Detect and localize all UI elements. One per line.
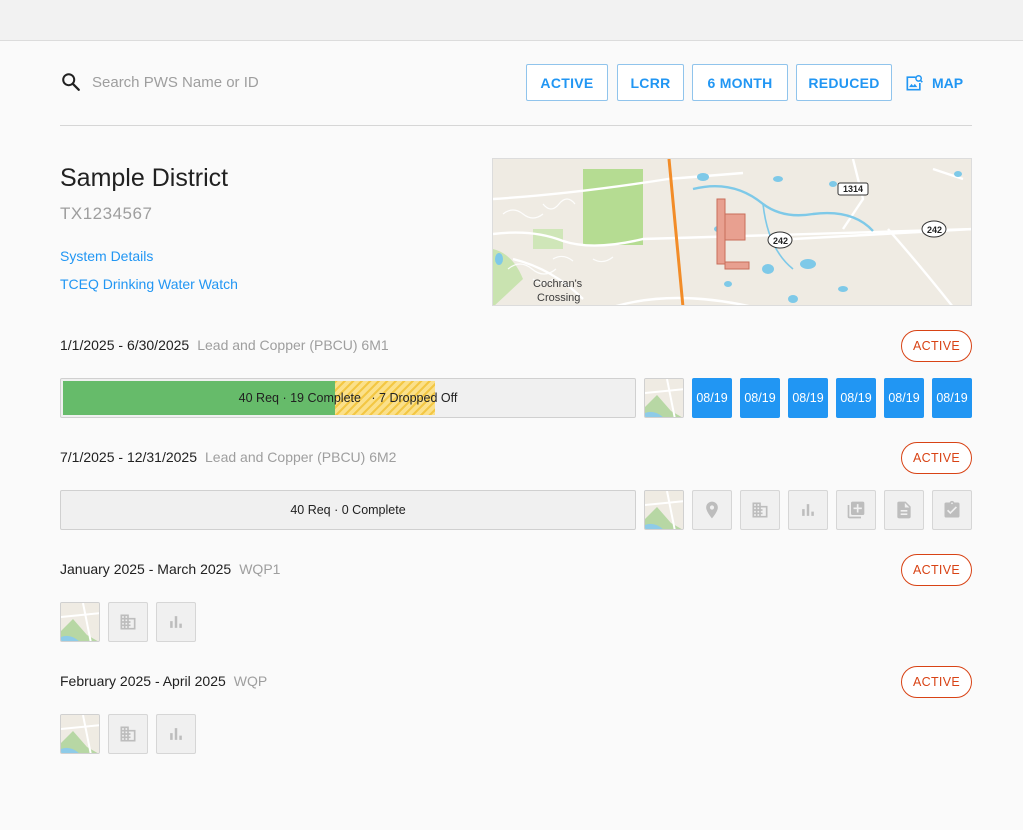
map-thumbnail-icon — [61, 715, 99, 753]
map-place-label-2: Crossing — [537, 292, 580, 304]
map-search-icon — [906, 74, 923, 90]
period-1-title: 1/1/2025 - 6/30/2025 Lead and Copper (PBC… — [60, 337, 389, 353]
district-name: Sample District — [60, 164, 229, 192]
period-1-status-badge[interactable]: ACTIVE — [901, 330, 972, 362]
period-3-title: January 2025 - March 2025 WQP1 — [60, 561, 280, 577]
period-3-chart-button[interactable] — [156, 602, 196, 642]
period-2-clipboard-button[interactable] — [932, 490, 972, 530]
bar-chart-icon — [802, 504, 814, 516]
search-icon — [62, 73, 80, 91]
period-4-map-thumbnail[interactable] — [60, 714, 100, 754]
period-1-map-thumbnail[interactable] — [644, 378, 684, 418]
period-4-program: WQP — [233, 673, 268, 689]
filter-lcrr-button[interactable]: LCRR — [617, 64, 684, 101]
period-2-status-badge[interactable]: ACTIVE — [901, 442, 972, 474]
period-2-map-thumbnail[interactable] — [644, 490, 684, 530]
period-1-date-button-5[interactable]: 08/19 — [884, 378, 924, 418]
period-1-progress-text: 40 Req · 19 Complete · 7 Dropped Off — [238, 391, 458, 405]
divider — [60, 125, 972, 126]
period-1-program: Lead and Copper (PBCU) 6M1 — [197, 337, 389, 353]
period-1-date-button-1[interactable]: 08/19 — [692, 378, 732, 418]
map-place-label: Cochran's — [533, 278, 583, 290]
location-pin-icon — [706, 501, 718, 519]
period-3-status-badge[interactable]: ACTIVE — [901, 554, 972, 586]
map-thumbnail-icon — [645, 379, 683, 417]
map-road-label-242-east: 242 — [927, 225, 942, 235]
district-id: TX1234567 — [60, 204, 153, 223]
search-input[interactable] — [92, 70, 352, 94]
period-2-dates: 7/1/2025 - 12/31/2025 — [60, 449, 198, 465]
building-icon — [120, 614, 136, 630]
period-3-map-thumbnail[interactable] — [60, 602, 100, 642]
top-app-bar — [0, 0, 1023, 41]
map-road-label-1314: 1314 — [843, 184, 863, 194]
period-1-date-button-6[interactable]: 08/19 — [932, 378, 972, 418]
period-4-building-button[interactable] — [108, 714, 148, 754]
bar-chart-icon — [170, 616, 182, 628]
period-3-dates: January 2025 - March 2025 — [60, 561, 232, 577]
period-4-dates: February 2025 - April 2025 — [60, 673, 226, 689]
copy-icon — [847, 501, 865, 519]
clipboard-check-icon — [944, 500, 960, 518]
building-icon — [752, 502, 768, 518]
map-thumbnail-icon — [645, 491, 683, 529]
period-1-date-button-3[interactable]: 08/19 — [788, 378, 828, 418]
system-details-link[interactable]: System Details — [60, 248, 153, 264]
filter-6-month-button[interactable]: 6 MONTH — [692, 64, 788, 101]
map-button-label: MAP — [932, 74, 964, 91]
map-button[interactable]: MAP — [904, 64, 974, 101]
period-4-title: February 2025 - April 2025 WQP — [60, 673, 267, 689]
period-3-building-button[interactable] — [108, 602, 148, 642]
period-2-location-button[interactable] — [692, 490, 732, 530]
period-1-dates: 1/1/2025 - 6/30/2025 — [60, 337, 190, 353]
map-thumbnail-icon — [61, 603, 99, 641]
period-2-chart-button[interactable] — [788, 490, 828, 530]
period-4-status-badge[interactable]: ACTIVE — [901, 666, 972, 698]
period-2-progress-bar: 40 Req · 0 Complete — [60, 490, 636, 530]
period-2-progress-text: 40 Req · 0 Complete — [290, 503, 406, 517]
filter-active-button[interactable]: ACTIVE — [526, 64, 608, 101]
period-2-document-button[interactable] — [884, 490, 924, 530]
period-1-date-button-2[interactable]: 08/19 — [740, 378, 780, 418]
period-1-date-button-4[interactable]: 08/19 — [836, 378, 876, 418]
period-3-program: WQP1 — [239, 561, 281, 577]
period-4-chart-button[interactable] — [156, 714, 196, 754]
search-toolbar: ACTIVE LCRR 6 MONTH REDUCED MAP — [60, 64, 972, 101]
period-2-title: 7/1/2025 - 12/31/2025 Lead and Copper (PB… — [60, 449, 396, 465]
bar-chart-icon — [170, 728, 182, 740]
period-1-progress-bar: 40 Req · 19 Complete · 7 Dropped Off — [60, 378, 636, 418]
period-2-copy-button[interactable] — [836, 490, 876, 530]
period-2-building-button[interactable] — [740, 490, 780, 530]
map-road-label-242: 242 — [773, 236, 788, 246]
map-image: Cochran's Crossing 1314 242 242 — [493, 159, 971, 305]
period-2-program: Lead and Copper (PBCU) 6M2 — [205, 449, 397, 465]
filter-reduced-button[interactable]: REDUCED — [796, 64, 892, 101]
building-icon — [120, 726, 136, 742]
district-map[interactable]: Cochran's Crossing 1314 242 242 — [492, 158, 972, 306]
document-icon — [897, 501, 911, 519]
tceq-drinking-water-watch-link[interactable]: TCEQ Drinking Water Watch — [60, 276, 238, 292]
